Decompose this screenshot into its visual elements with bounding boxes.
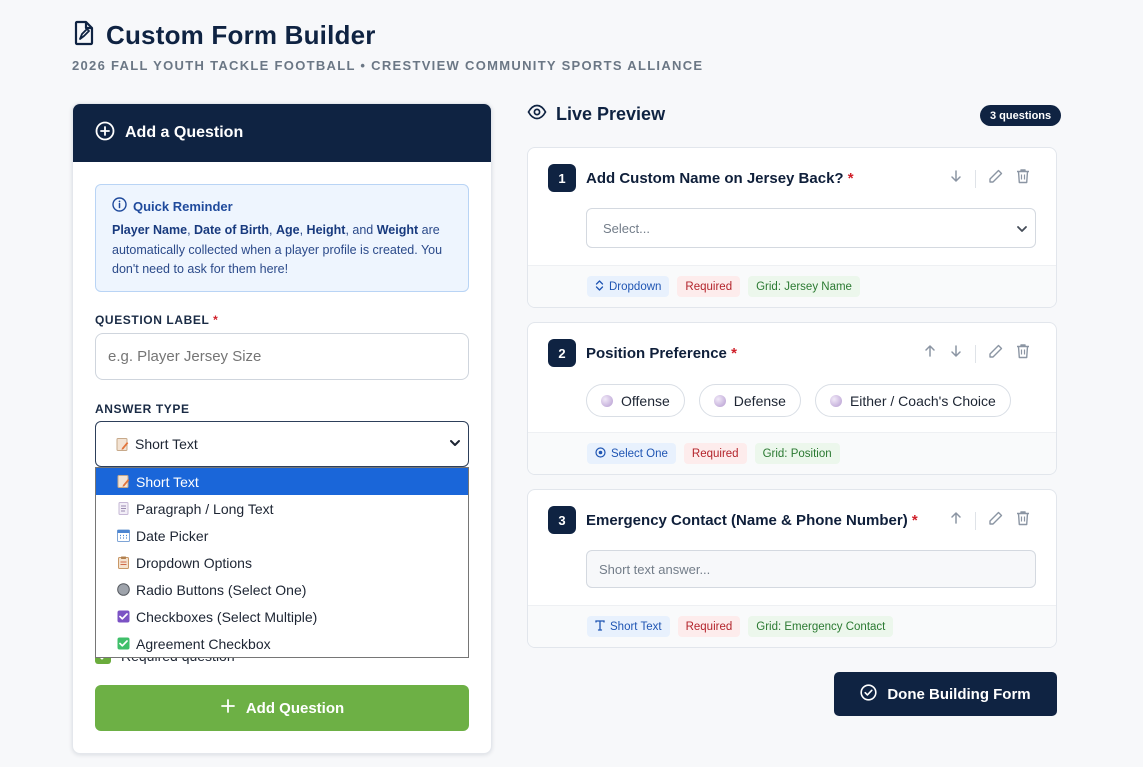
info-icon [112, 197, 127, 215]
plus-icon [220, 698, 236, 718]
check-circle-icon [860, 683, 877, 705]
trash-icon[interactable] [1016, 510, 1030, 531]
question-number: 3 [548, 506, 576, 534]
done-building-form-button[interactable]: Done Building Form [834, 672, 1057, 716]
calendar-icon [117, 529, 130, 542]
form-file-icon [72, 20, 96, 51]
question-label-input[interactable] [95, 333, 469, 380]
page-icon [117, 502, 130, 515]
arrow-down-icon[interactable] [949, 344, 963, 363]
question-label: Add Custom Name on Jersey Back? * [586, 169, 854, 187]
required-tag: Required [683, 443, 747, 464]
option-short-text[interactable]: Short Text [96, 468, 468, 495]
page-subtitle: 2026 FALL YOUTH TACKLE FOOTBALL • CRESTV… [72, 58, 704, 73]
radio-option[interactable]: Defense [698, 384, 801, 417]
check-mark-icon [117, 637, 130, 650]
answer-type-select[interactable]: Short Text [95, 421, 469, 467]
answer-type-options-list: Short Text Paragraph / Long Text Date Pi… [95, 467, 469, 658]
page-title: Custom Form Builder [106, 20, 376, 50]
preview-question-card: 3 Emergency Contact (Name & Phone Number… [527, 489, 1057, 648]
divider [975, 169, 976, 188]
quick-reminder-box: Quick Reminder Player Name, Date of Birt… [95, 184, 469, 292]
option-dropdown[interactable]: Dropdown Options [96, 549, 468, 576]
option-paragraph[interactable]: Paragraph / Long Text [96, 495, 468, 522]
radio-icon [713, 394, 726, 407]
divider [975, 344, 976, 363]
radio-circle-icon [595, 446, 606, 461]
add-question-title: Add a Question [125, 124, 244, 141]
type-tag: Select One [587, 443, 676, 464]
arrow-up-icon[interactable] [923, 344, 937, 363]
type-tag: Dropdown [587, 276, 670, 297]
required-tag: Required [677, 276, 741, 297]
radio-icon [117, 583, 130, 596]
text-type-icon [595, 619, 605, 634]
radio-option[interactable]: Either / Coach's Choice [814, 384, 1011, 417]
question-count-badge: 3 questions [980, 105, 1062, 126]
answer-type-selected: Short Text [135, 436, 198, 452]
question-label-heading: QUESTION LABEL * [95, 313, 219, 327]
type-tag: Short Text [587, 616, 670, 637]
add-question-header: Add a Question [73, 104, 491, 162]
page-header: Custom Form Builder [72, 20, 376, 51]
edit-pencil-icon[interactable] [988, 343, 1004, 364]
chevron-down-icon [448, 436, 462, 453]
radio-icon [829, 394, 842, 407]
add-question-button-label: Add Question [245, 699, 345, 717]
reminder-title: Quick Reminder [133, 198, 233, 214]
memo-icon [117, 475, 130, 488]
trash-icon[interactable] [1016, 168, 1030, 189]
plus-circle-icon [95, 121, 115, 146]
eye-icon [527, 104, 547, 125]
radio-icon [601, 394, 613, 407]
question-number: 2 [548, 339, 576, 367]
grid-tag: Grid: Position [754, 443, 840, 464]
clipboard-icon [117, 556, 130, 569]
arrow-up-icon[interactable] [949, 511, 963, 530]
edit-pencil-icon[interactable] [988, 510, 1004, 531]
question-label: Emergency Contact (Name & Phone Number) … [586, 511, 918, 529]
live-preview-heading: Live Preview [527, 104, 665, 125]
option-date-picker[interactable]: Date Picker [96, 522, 468, 549]
add-question-button[interactable]: Add Question [95, 685, 469, 731]
answer-type-heading: ANSWER TYPE [95, 402, 190, 416]
radio-option[interactable]: Offense [586, 384, 685, 417]
question-number: 1 [548, 164, 576, 192]
checkbox-icon [117, 610, 130, 623]
radio-options: Offense Defense Either / Coach's Choice [586, 384, 1011, 417]
updown-icon [595, 279, 604, 294]
grid-tag: Grid: Jersey Name [748, 276, 860, 297]
preview-question-card: 1 Add Custom Name on Jersey Back? * Sele… [527, 147, 1057, 308]
reminder-text: Player Name, Date of Birth, Age, Height,… [112, 223, 443, 276]
preview-dropdown[interactable]: Select... [586, 208, 1036, 248]
memo-icon [116, 437, 129, 451]
preview-text-input[interactable]: Short text answer... [586, 550, 1036, 588]
option-radio-buttons[interactable]: Radio Buttons (Select One) [96, 576, 468, 603]
edit-pencil-icon[interactable] [988, 168, 1004, 189]
grid-tag: Grid: Emergency Contact [748, 616, 894, 637]
trash-icon[interactable] [1016, 343, 1030, 364]
question-label: Position Preference * [586, 344, 737, 362]
divider [975, 511, 976, 530]
option-checkboxes[interactable]: Checkboxes (Select Multiple) [96, 603, 468, 630]
required-tag: Required [677, 616, 741, 637]
preview-question-card: 2 Position Preference * Offense Defense … [527, 322, 1057, 475]
option-agreement-checkbox[interactable]: Agreement Checkbox [96, 630, 468, 657]
arrow-down-icon[interactable] [949, 169, 963, 188]
chevron-down-icon [1015, 222, 1029, 239]
